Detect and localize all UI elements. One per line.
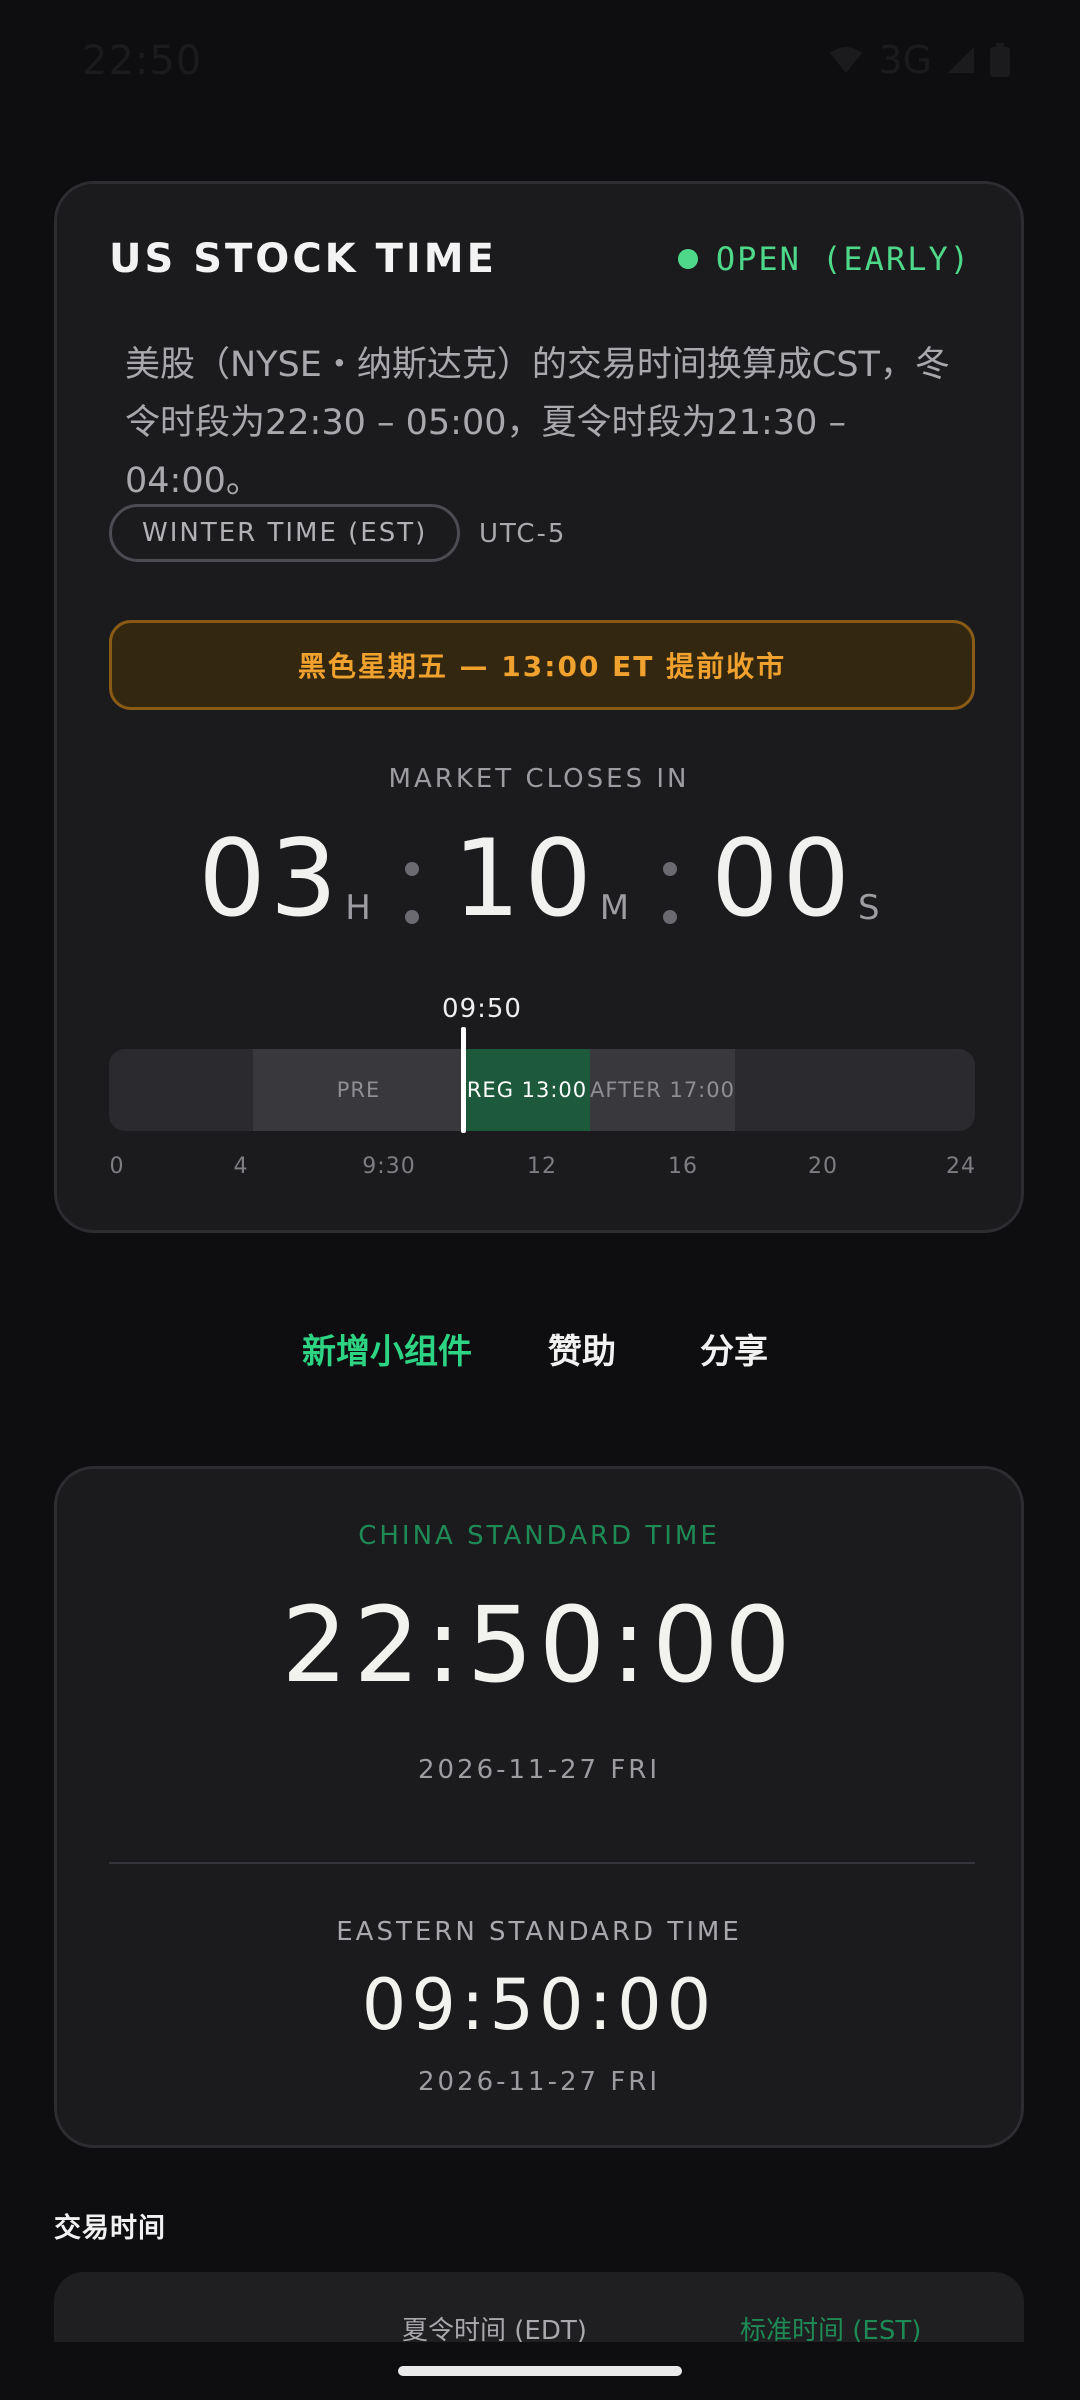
countdown-label: MARKET CLOSES IN [388,764,690,794]
network-label: 3G [878,38,932,82]
action-bar: 新增小组件 赞助 分享 [0,1324,1080,1374]
est-column-header: 标准时间 (EST) [740,2316,922,2342]
regular-session-segment: REG 13:00 [464,1049,590,1131]
colon-separator [663,862,678,924]
countdown-seconds: 00 [711,817,854,940]
cst-label: CHINA STANDARD TIME [358,1521,720,1551]
axis-tick: 24 [946,1154,976,1179]
market-card: US STOCK TIME OPEN (EARLY) 美股（NYSE・纳斯达克）… [54,181,1024,1233]
market-status-label: OPEN (EARLY) [715,240,971,278]
minutes-unit: M [599,888,630,928]
axis-tick: 12 [527,1154,557,1179]
countdown-minutes: 10 [452,817,596,940]
current-time-label: 09:50 [442,994,522,1024]
signal-icon [948,47,974,73]
hours-unit: H [345,888,371,928]
wifi-icon [830,47,863,73]
axis-tick: 16 [668,1154,698,1179]
after-hours-segment: AFTER 17:00 [590,1049,735,1131]
axis-tick: 0 [109,1154,125,1179]
est-time: 09:50:00 [361,1964,717,2046]
home-gesture-handle[interactable] [398,2366,682,2376]
sponsor-button[interactable]: 赞助 [548,1324,616,1373]
axis-tick: 4 [233,1154,249,1179]
countdown-hours: 03 [198,817,342,940]
divider [109,1862,975,1864]
colon-separator [404,862,419,924]
market-description: 美股（NYSE・纳斯达克）的交易时间换算成CST，冬令时段为22:30 – 05… [125,345,950,501]
edt-column-header: 夏令时间 (EDT) [402,2316,587,2342]
status-dot-icon [677,249,698,269]
timeline-axis: 0 4 9:30 12 16 20 24 [109,1154,976,1184]
early-close-banner: 黑色星期五 — 13:00 ET 提前收市 [109,620,975,710]
market-status: OPEN (EARLY) [677,240,971,278]
trading-hours-table: 夏令时间 (EDT) 标准时间 (EST) [54,2272,1024,2342]
cst-time: 22:50:00 [281,1584,797,1706]
est-label: EASTERN STANDARD TIME [336,1917,742,1947]
seconds-unit: S [858,888,880,928]
card-title: US STOCK TIME [109,236,497,282]
axis-tick: 20 [808,1154,838,1179]
season-pill[interactable]: WINTER TIME (EST) [109,504,461,562]
trading-hours-title: 交易时间 [54,2213,166,2244]
trading-timeline: PRE REG 13:00 AFTER 17:00 [109,1049,975,1131]
status-bar: 22:50 3G [0,0,1080,128]
battery-icon [990,43,1010,77]
status-time: 22:50 [82,38,203,84]
current-time-marker [461,1027,466,1133]
share-button[interactable]: 分享 [700,1324,768,1373]
est-date: 2026-11-27 FRI [417,2067,661,2097]
cst-date: 2026-11-27 FRI [417,1755,661,1785]
utc-offset: UTC-5 [479,519,567,549]
add-widget-button[interactable]: 新增小组件 [302,1324,472,1373]
status-icons: 3G [828,38,1010,82]
countdown: 03 H 10 M 00 S [57,824,1021,934]
clock-card: CHINA STANDARD TIME 22:50:00 2026-11-27 … [54,1466,1024,2148]
pre-market-segment: PRE [253,1049,464,1131]
axis-tick: 9:30 [362,1154,416,1179]
